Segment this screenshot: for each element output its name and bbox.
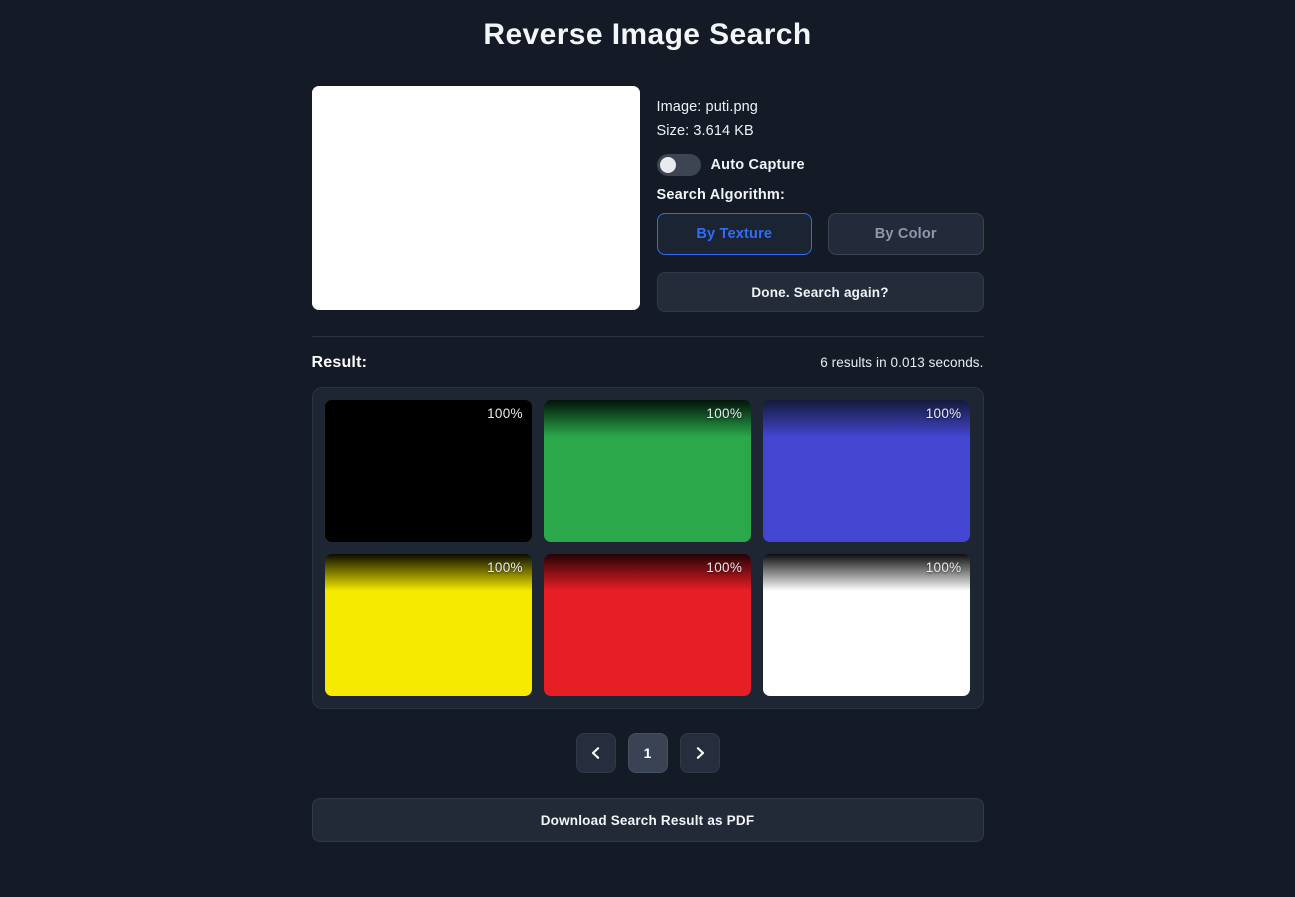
result-tile[interactable]: 100%	[543, 554, 752, 696]
chevron-right-icon	[693, 746, 707, 760]
match-percentage: 100%	[925, 560, 962, 575]
image-size-text: Size: 3.614 KB	[656, 123, 754, 139]
by-color-button[interactable]: By Color	[828, 213, 984, 255]
match-percentage: 100%	[487, 406, 523, 421]
match-percentage: 100%	[706, 560, 743, 575]
auto-capture-toggle[interactable]	[656, 154, 701, 176]
image-name-text: Image: puti.png	[656, 99, 758, 115]
search-again-button[interactable]: Done. Search again?	[656, 272, 984, 312]
result-tile[interactable]: 100%	[324, 554, 532, 696]
uploaded-image-preview[interactable]	[311, 86, 640, 310]
result-tile[interactable]: 100%	[763, 554, 971, 696]
pagination-page-1[interactable]: 1	[627, 733, 668, 773]
pagination-next-button[interactable]	[679, 733, 720, 773]
pagination-prev-button[interactable]	[575, 733, 616, 773]
result-stats: 6 results in 0.013 seconds.	[820, 355, 984, 370]
result-tile[interactable]: 100%	[763, 400, 971, 542]
result-header: Result: 6 results in 0.013 seconds.	[312, 337, 984, 372]
result-tile[interactable]: 100%	[324, 400, 532, 542]
pagination: 1	[312, 733, 984, 773]
auto-capture-label: Auto Capture	[710, 157, 805, 173]
results-grid: 100% 100% 100% 100% 100% 100%	[311, 387, 984, 709]
match-percentage: 100%	[925, 406, 962, 421]
app-root: Reverse Image Search Image: puti.png Siz…	[0, 0, 1295, 897]
result-label: Result:	[311, 354, 368, 371]
by-texture-button[interactable]: By Texture	[656, 213, 812, 255]
result-tile[interactable]: 100%	[543, 400, 752, 542]
search-algorithm-label: Search Algorithm:	[656, 187, 786, 203]
match-percentage: 100%	[487, 560, 523, 575]
image-preview-wrap	[311, 86, 640, 310]
match-percentage: 100%	[706, 406, 743, 421]
upload-section: Image: puti.png Size: 3.614 KB Auto Capt…	[311, 48, 984, 312]
search-algorithm-options: By Texture By Color	[656, 213, 984, 255]
controls-panel: Image: puti.png Size: 3.614 KB Auto Capt…	[656, 86, 984, 312]
page-title: Reverse Image Search	[483, 18, 812, 51]
chevron-left-icon	[589, 746, 603, 760]
download-pdf-button[interactable]: Download Search Result as PDF	[311, 798, 984, 842]
main-container: Image: puti.png Size: 3.614 KB Auto Capt…	[311, 48, 984, 842]
toggle-knob	[659, 157, 676, 173]
auto-capture-row: Auto Capture	[656, 154, 984, 176]
